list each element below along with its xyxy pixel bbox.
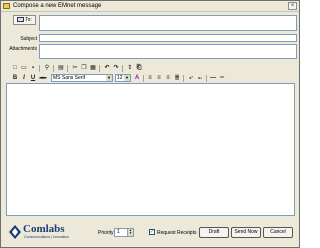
comlabs-logo: Comlabs Communications | Innovation bbox=[9, 223, 79, 243]
subject-field[interactable] bbox=[39, 34, 297, 42]
toolbar-divider bbox=[206, 75, 207, 82]
font-size-select[interactable]: 12 ▼ bbox=[115, 74, 131, 82]
priority-value: 1 bbox=[117, 229, 120, 235]
message-body-editor[interactable] bbox=[6, 83, 295, 216]
superscript-icon[interactable]: x² bbox=[187, 74, 195, 82]
envelope-icon bbox=[3, 3, 10, 9]
font-name-select[interactable]: MS Sans Serif ▼ bbox=[51, 74, 113, 82]
toolbar-divider bbox=[143, 75, 144, 82]
toolbar-divider bbox=[122, 65, 123, 72]
redo-icon[interactable]: ↷ bbox=[112, 64, 120, 72]
subscript-icon[interactable]: x₂ bbox=[196, 74, 204, 82]
text-color-icon[interactable]: A bbox=[133, 74, 141, 82]
send-now-button[interactable]: Send Now bbox=[231, 227, 261, 238]
compose-window: Compose a new EMnet message × To: Subjec… bbox=[0, 0, 300, 248]
strikethrough-icon[interactable]: abc bbox=[38, 74, 48, 82]
request-receipts-checkbox[interactable]: ✓ bbox=[149, 229, 155, 235]
logo-tagline: Communications | Innovation bbox=[24, 235, 70, 239]
close-button[interactable]: × bbox=[288, 2, 297, 10]
chevron-down-icon[interactable]: ▼ bbox=[128, 232, 133, 235]
find-icon[interactable]: ⚲ bbox=[43, 64, 51, 72]
italic-icon[interactable]: I bbox=[20, 74, 28, 82]
chevron-down-icon: ▼ bbox=[124, 75, 130, 81]
draft-button[interactable]: Draft bbox=[199, 227, 229, 238]
print-icon[interactable]: ▤ bbox=[57, 64, 65, 72]
to-label: To: bbox=[25, 17, 32, 23]
attachments-label: Attachments bbox=[9, 46, 37, 52]
insert-icon[interactable]: ⎗ bbox=[135, 64, 143, 72]
attach-icon[interactable]: ⇪ bbox=[126, 64, 134, 72]
request-receipts-label: Request Receipts bbox=[157, 230, 197, 236]
font-size-value: 12 bbox=[117, 75, 123, 81]
align-right-icon[interactable]: ≡ bbox=[164, 74, 172, 82]
copy-icon[interactable]: ❐ bbox=[80, 64, 88, 72]
logo-wordmark: Comlabs bbox=[23, 223, 65, 235]
cancel-button[interactable]: Cancel bbox=[263, 227, 293, 238]
comlabs-mark-icon bbox=[9, 225, 21, 239]
title-bar: Compose a new EMnet message × bbox=[1, 1, 299, 12]
toolbar-divider bbox=[99, 65, 100, 72]
align-center-icon[interactable]: ≡ bbox=[155, 74, 163, 82]
attachments-field[interactable] bbox=[39, 44, 297, 59]
toolbar-divider bbox=[53, 65, 54, 72]
priority-stepper[interactable]: 1 ▲ ▼ bbox=[114, 228, 134, 237]
save-icon[interactable]: ▪ bbox=[29, 64, 37, 72]
format-toolbar: B I U abc MS Sans Serif ▼ 12 ▼ A ≡ ≡ ≡ ≣… bbox=[3, 74, 297, 83]
toolbar-divider bbox=[67, 65, 68, 72]
to-field[interactable] bbox=[39, 15, 297, 31]
to-row: To: bbox=[3, 15, 297, 31]
bold-icon[interactable]: B bbox=[11, 74, 19, 82]
cut-icon[interactable]: ✂ bbox=[71, 64, 79, 72]
underline-icon[interactable]: U bbox=[29, 74, 37, 82]
chevron-down-icon: ▼ bbox=[106, 75, 112, 81]
spinner[interactable]: ▲ ▼ bbox=[127, 229, 133, 236]
new-icon[interactable]: □ bbox=[11, 64, 19, 72]
to-button[interactable]: To: bbox=[13, 15, 36, 25]
subject-label: Subject bbox=[20, 36, 37, 42]
paste-icon[interactable]: ▦ bbox=[89, 64, 97, 72]
standard-toolbar: □ ▭ ▪ ⚲ ▤ ✂ ❐ ▦ ↶ ↷ ⇪ ⎗ bbox=[3, 64, 297, 73]
align-left-icon[interactable]: ≡ bbox=[146, 74, 154, 82]
horizontal-rule-icon[interactable]: — bbox=[209, 74, 217, 82]
open-icon[interactable]: ▭ bbox=[20, 64, 28, 72]
undo-icon[interactable]: ↶ bbox=[103, 64, 111, 72]
address-book-icon bbox=[17, 17, 25, 23]
toolbar-divider bbox=[183, 75, 184, 82]
list-icon[interactable]: ═ bbox=[218, 74, 226, 82]
priority-label: Priority bbox=[98, 230, 114, 236]
font-name-value: MS Sans Serif bbox=[53, 75, 85, 81]
attachments-row: Attachments bbox=[3, 44, 297, 59]
footer-bar: Comlabs Communications | Innovation Prio… bbox=[1, 219, 299, 247]
toolbar-divider bbox=[39, 65, 40, 72]
justify-icon[interactable]: ≣ bbox=[173, 74, 181, 82]
window-title: Compose a new EMnet message bbox=[13, 3, 102, 9]
